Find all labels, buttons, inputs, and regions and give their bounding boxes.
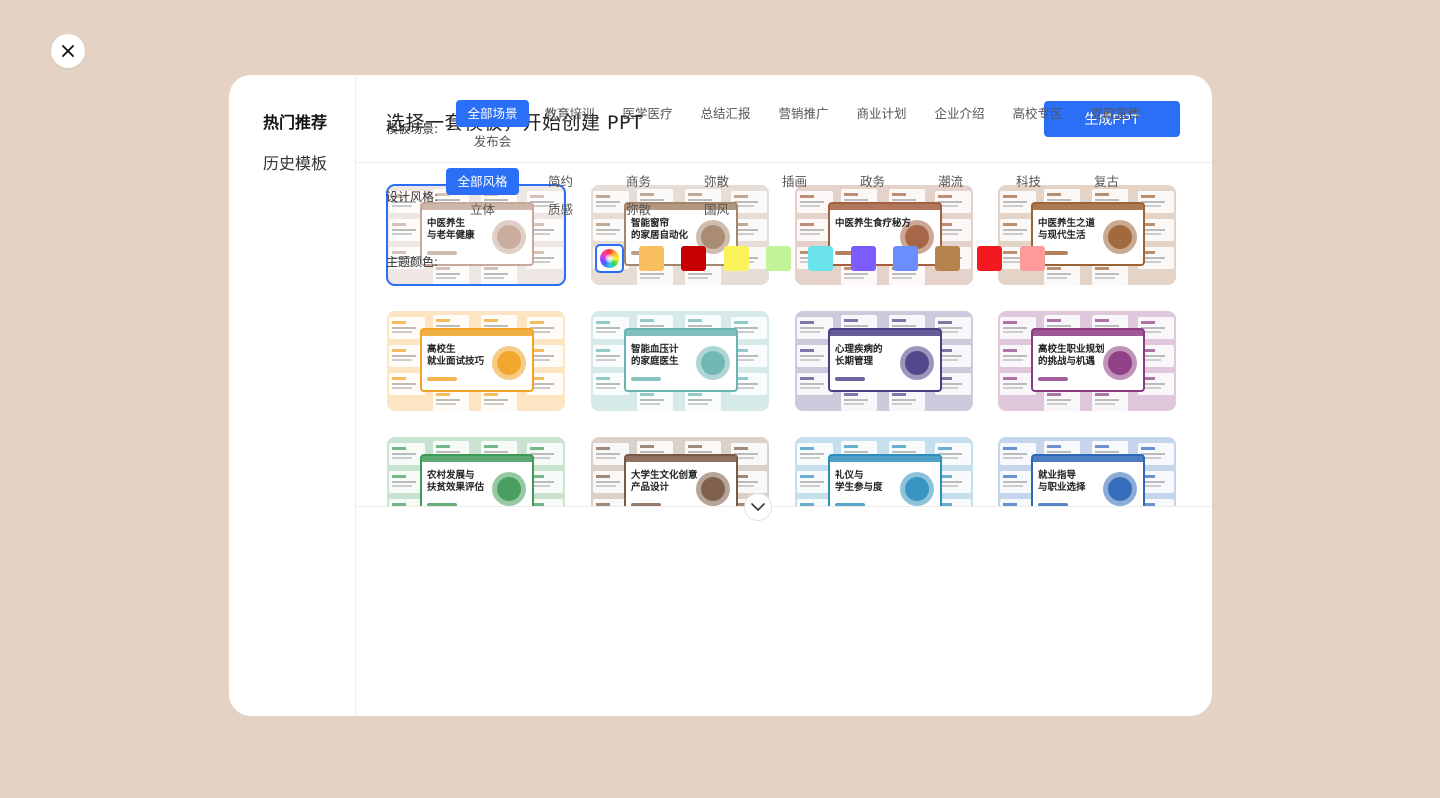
sidebar-item-history[interactable]: 历史模板 [229,152,355,193]
template-thumbnail: 高校生职业规划的挑战与机遇 [998,311,1176,411]
template-title: 与现代生活 [1038,229,1086,241]
main-panel: 选择一套模板，开始创建 PPT 生成PPT 中医养生与老年健康智能窗帘的家居自动… [356,75,1212,716]
scene-option[interactable]: 发布会 [456,128,529,155]
style-option[interactable]: 弥散 [680,168,753,195]
expand-button[interactable] [744,493,772,521]
color-swatch-all[interactable] [595,244,624,273]
template-title: 的家庭医生 [631,355,679,367]
template-card[interactable]: 大学生文化创意 产品设计 [591,437,769,506]
scene-option[interactable]: 全部场景 [456,100,529,127]
style-option[interactable]: 商务 [602,168,675,195]
style-option[interactable]: 国风 [680,196,753,223]
close-icon [62,45,74,57]
template-title: 中医养生之道 [1038,217,1096,229]
divider [356,506,1212,507]
template-title: 的挑战与机遇 [1038,355,1096,367]
color-label: 主题颜色: [386,255,439,269]
template-title: 扶贫效果评估 [427,481,485,493]
template-title: 与职业选择 [1038,481,1086,493]
template-card[interactable]: 农村发展与 扶贫效果评估 [387,437,565,506]
style-option[interactable]: 插画 [758,168,831,195]
template-title: 就业面试技巧 [427,355,485,367]
color-swatch[interactable] [977,246,1003,271]
color-swatch[interactable] [935,246,961,271]
style-option[interactable]: 政务 [836,168,909,195]
template-title: 与老年健康 [427,229,475,241]
template-title: 学生参与度 [835,481,883,493]
template-thumbnail: 智能血压计的家庭医生 [591,311,769,411]
template-title: 心理疾病的 [835,343,883,355]
sidebar-item-hot[interactable]: 热门推荐 [229,111,355,152]
template-card[interactable]: 智能血压计 的家庭医生 [591,311,769,411]
color-swatch[interactable] [765,246,791,271]
template-title: 中医养生食疗秘方 [835,217,912,229]
template-title: 就业指导 [1038,469,1077,481]
template-thumbnail: 就业指导与职业选择 [998,437,1176,506]
style-option[interactable]: 潮流 [914,168,987,195]
template-title: 高校生 [427,343,456,355]
scene-option[interactable]: 企业介绍 [923,100,996,127]
style-option[interactable]: 科技 [992,168,1065,195]
scene-option[interactable]: 营销推广 [767,100,840,127]
scene-option[interactable]: 党政宣传 [1079,100,1152,127]
scene-option[interactable]: 商业计划 [845,100,918,127]
scene-option[interactable]: 总结汇报 [689,100,762,127]
color-swatch[interactable] [850,246,876,271]
template-modal: 热门推荐 历史模板 选择一套模板，开始创建 PPT 生成PPT 中医养生与老年健… [229,75,1212,716]
template-card[interactable]: 高校生职业规划 的挑战与机遇 [998,311,1176,411]
template-thumbnail: 大学生文化创意产品设计 [591,437,769,506]
template-card[interactable]: 心理疾病的 长期管理 [795,311,973,411]
style-option[interactable]: 立体 [446,196,519,223]
scene-option[interactable]: 高校专区 [1001,100,1074,127]
template-thumbnail: 高校生就业面试技巧 [387,311,565,411]
chevron-down-icon [751,502,765,511]
style-option[interactable]: 简约 [524,168,597,195]
close-button[interactable] [51,34,85,68]
template-thumbnail: 心理疾病的长期管理 [795,311,973,411]
template-thumbnail: 农村发展与扶贫效果评估 [387,437,565,506]
template-card[interactable]: 就业指导 与职业选择 [998,437,1176,506]
style-label: 设计风格: [386,190,439,204]
color-swatch[interactable] [892,246,918,271]
style-option[interactable]: 全部风格 [446,168,519,195]
rainbow-icon [600,249,619,268]
style-option[interactable]: 复古 [1070,168,1143,195]
color-swatch[interactable] [808,246,834,271]
scene-option[interactable]: 医学医疗 [611,100,684,127]
style-option[interactable]: 质感 [524,196,597,223]
template-title: 的家居自动化 [631,229,689,241]
scene-option[interactable]: 教育培训 [533,100,606,127]
template-title: 大学生文化创意 [631,469,698,481]
color-swatch[interactable] [723,246,749,271]
color-swatch[interactable] [1019,246,1045,271]
scene-label: 模板场景: [386,122,439,136]
template-title: 智能血压计 [631,343,679,355]
template-title: 礼仪与 [835,469,864,481]
template-title: 长期管理 [835,355,874,367]
template-title: 高校生职业规划 [1038,343,1105,355]
color-swatch[interactable] [639,246,664,271]
style-option[interactable]: 弥散 [602,196,675,223]
sidebar: 热门推荐 历史模板 [229,75,356,716]
template-thumbnail: 礼仪与学生参与度 [795,437,973,506]
template-title: 产品设计 [631,481,670,493]
template-card[interactable]: 高校生 就业面试技巧 [387,311,565,411]
template-title: 农村发展与 [426,469,475,481]
template-card[interactable]: 礼仪与 学生参与度 [795,437,973,506]
color-swatch[interactable] [681,246,707,271]
